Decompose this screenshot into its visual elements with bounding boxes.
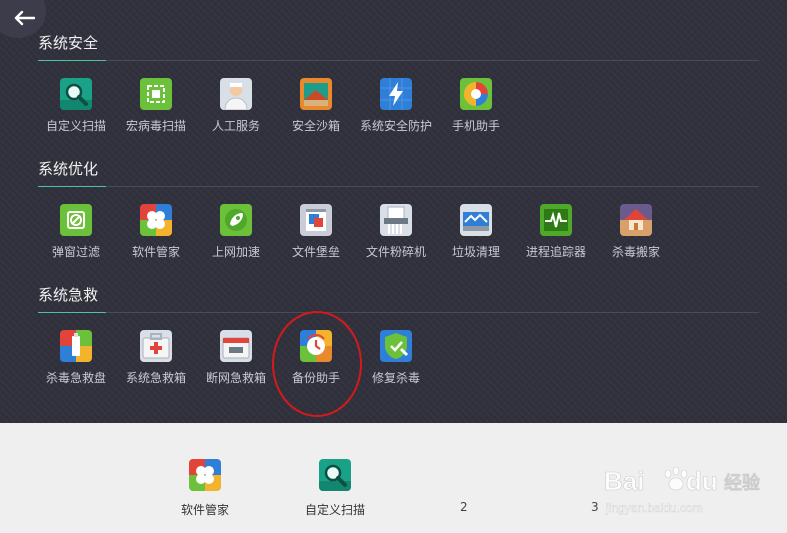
tool-label: 软件管家 [131,245,180,259]
svg-text:du: du [686,466,718,496]
tool-label: 文件堡垒 [291,245,340,259]
tool-manual-service[interactable]: 人工服务 [196,78,276,134]
tool-process-tracker[interactable]: 进程追踪器 [516,204,596,260]
tool-junk-cleanup[interactable]: 垃圾清理 [436,204,516,260]
arrow-left-icon [14,10,35,26]
section-divider [38,312,759,313]
svg-text:Bai: Bai [604,466,644,496]
tool-label: 杀毒急救盘 [45,371,106,385]
tool-macro-scan[interactable]: 宏病毒扫描 [116,78,196,134]
tool-repair-antivirus[interactable]: 修复杀毒 [356,330,436,386]
quick-tool-software-manager[interactable]: 软件管家 [160,459,250,518]
rocket-icon [220,204,252,236]
tool-label: 人工服务 [211,119,260,133]
watermark: Bai du 经验 jingyan.baidu.com [600,462,780,522]
quick-slot-3[interactable]: 3 [591,500,599,514]
tool-sandbox[interactable]: 安全沙箱 [276,78,356,134]
tool-popup-filter[interactable]: 弹窗过滤 [36,204,116,260]
tool-software-manager[interactable]: 软件管家 [116,204,196,260]
svg-text:jingyan.baidu.com: jingyan.baidu.com [605,501,703,515]
quick-tool-label: 软件管家 [180,503,229,517]
tool-custom-scan[interactable]: 自定义扫描 [36,78,116,134]
house-icon [620,204,652,236]
tool-system-protection[interactable]: 系统安全防护 [356,78,436,134]
shredder-icon [380,204,412,236]
section-title: 系统急救 [38,286,99,304]
tool-label: 弹窗过滤 [51,245,100,259]
tool-label: 手机助手 [451,119,500,133]
tool-label: 垃圾清理 [451,245,500,259]
section-system-rescue: 系统急救 [38,284,759,313]
tool-label: 杀毒搬家 [611,245,660,259]
tool-label: 进程追踪器 [525,245,586,259]
first-aid-kit-icon [140,330,172,362]
svg-text:经验: 经验 [724,472,761,494]
tool-label: 文件粉碎机 [365,245,426,259]
process-tracker-icon [540,204,572,236]
rescue-usb-icon [60,330,92,362]
section-divider [38,60,759,61]
quick-tool-label: 自定义扫描 [304,503,365,517]
tool-net-speedup[interactable]: 上网加速 [196,204,276,260]
section-divider [38,186,759,187]
offline-rescue-icon [220,330,252,362]
tool-rescue-disk[interactable]: 杀毒急救盘 [36,330,116,386]
tool-label: 系统急救箱 [125,371,186,385]
file-fortress-icon [300,204,332,236]
macro-scan-icon [140,78,172,110]
magnifier-icon [60,78,92,110]
quick-slot-2[interactable]: 2 [460,500,468,514]
quick-tool-custom-scan[interactable]: 自定义扫描 [290,459,380,518]
software-manager-icon [140,204,172,236]
popup-filter-icon [60,204,92,236]
shield-lightning-icon [380,78,412,110]
tool-antivirus-move[interactable]: 杀毒搬家 [596,204,676,260]
repair-shield-icon [380,330,412,362]
software-manager-icon [189,459,221,491]
cleanup-icon [460,204,492,236]
magnifier-icon [319,459,351,491]
tool-file-fortress[interactable]: 文件堡垒 [276,204,356,260]
tool-shredder[interactable]: 文件粉碎机 [356,204,436,260]
section-title: 系统安全 [38,34,99,52]
section-system-security: 系统安全 [38,32,759,61]
phone-assistant-icon [460,78,492,110]
tool-label: 修复杀毒 [371,371,420,385]
highlight-annotation-circle [272,311,362,417]
tool-label: 宏病毒扫描 [125,119,186,133]
tool-offline-rescue-kit[interactable]: 断网急救箱 [196,330,276,386]
tool-label: 系统安全防护 [359,119,432,133]
tool-label: 自定义扫描 [45,119,106,133]
sandbox-icon [300,78,332,110]
tool-label: 安全沙箱 [291,119,340,133]
tool-label: 上网加速 [211,245,260,259]
section-system-optimization: 系统优化 [38,158,759,187]
support-agent-icon [220,78,252,110]
section-title: 系统优化 [38,160,99,178]
tool-label: 断网急救箱 [205,371,266,385]
tool-system-rescue-kit[interactable]: 系统急救箱 [116,330,196,386]
tool-phone-assistant[interactable]: 手机助手 [436,78,516,134]
